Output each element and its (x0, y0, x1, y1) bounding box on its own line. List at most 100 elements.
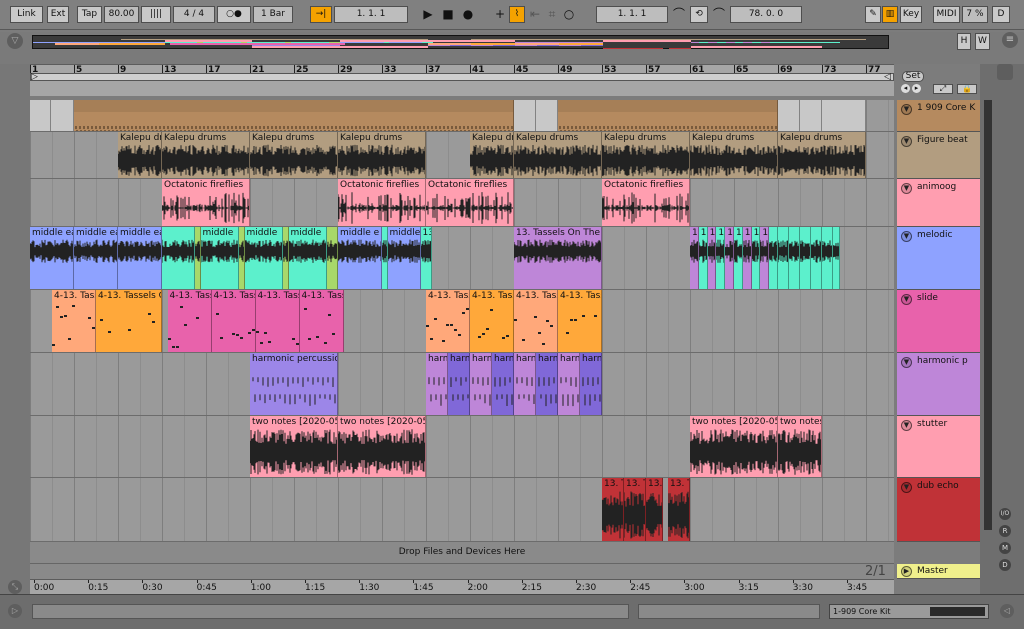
clip[interactable]: harm (470, 353, 492, 415)
loop-length-field[interactable]: 78. 0. 0 (730, 6, 802, 23)
clip[interactable] (833, 227, 840, 289)
clip[interactable] (74, 100, 514, 131)
fold-icon[interactable]: ▼ (901, 231, 912, 242)
track-lane[interactable]: 4-13. Tass 4-13. Tassels O 4-13. Tass 4-13.… (30, 290, 894, 353)
clip[interactable]: 13. Tassels On The D (514, 227, 602, 289)
detail-view-selector[interactable]: 1-909 Core Kit (829, 604, 989, 619)
fold-icon[interactable]: ▼ (901, 357, 912, 368)
clip[interactable]: Kalepu drums (162, 132, 250, 178)
loop-start-field[interactable]: 1. 1. 1 (596, 6, 668, 23)
clip[interactable]: Kalepu drums (690, 132, 778, 178)
clip[interactable]: middle ea (30, 227, 74, 289)
master-track-header[interactable]: ▶ Master (897, 564, 980, 579)
clip[interactable]: 1 (734, 227, 743, 289)
clip[interactable]: 4-13. Tassels O (96, 290, 162, 352)
fold-icon[interactable]: ▼ (901, 136, 912, 147)
clip[interactable] (811, 227, 822, 289)
computer-keyboard-icon[interactable]: ▥ (882, 6, 898, 23)
punch-out-icon[interactable]: ⌒ (710, 6, 728, 23)
clip[interactable]: Octatonic fireflies (162, 179, 250, 226)
loop-end-marker-icon[interactable]: ◁ (884, 72, 891, 82)
track-header[interactable]: ▼ animoog (897, 179, 980, 227)
track-header[interactable]: ▼ stutter (897, 416, 980, 478)
clip[interactable] (778, 100, 800, 131)
clip[interactable]: Kalepu drums (602, 132, 690, 178)
track-header[interactable]: ▼ dub echo (897, 478, 980, 542)
show-info-icon[interactable]: ▷ (8, 604, 22, 618)
draw-mode-icon[interactable]: ✎ (865, 6, 881, 23)
clip[interactable]: 1 (751, 227, 761, 289)
clip[interactable]: Kalepu dr (470, 132, 514, 178)
quantize-menu[interactable]: 1 Bar (253, 6, 293, 23)
scroll-up-icon[interactable] (997, 64, 1013, 80)
tempo-field[interactable]: 80.00 (104, 6, 139, 23)
track-lane[interactable]: Octatonic fireflies Octatonic fireflies Oc… (30, 179, 894, 227)
back-to-arrangement-icon[interactable]: ⇤ (527, 6, 543, 23)
fold-icon[interactable]: ▶ (901, 566, 912, 577)
clip[interactable] (30, 100, 51, 131)
overview-width-button[interactable]: W (975, 33, 990, 50)
clip[interactable]: 1 (760, 227, 770, 289)
clip[interactable]: two notes [2020-05- (338, 416, 426, 477)
clip[interactable]: harm (558, 353, 580, 415)
clip[interactable] (778, 227, 789, 289)
clip[interactable]: middle ea (74, 227, 118, 289)
clip[interactable]: 1 (707, 227, 717, 289)
expand-icon[interactable]: ⤢ (933, 84, 953, 94)
fold-icon[interactable]: ▼ (901, 482, 912, 493)
clip[interactable]: 1 (742, 227, 752, 289)
prev-locator-icon[interactable]: ◂ (901, 84, 910, 93)
track-header[interactable]: ▼ Figure beat (897, 132, 980, 179)
clip[interactable]: Kalepu drums (250, 132, 338, 178)
track-header[interactable]: ▼ 1 909 Core K (897, 100, 980, 132)
clip[interactable]: two notes [2020-05- (778, 416, 822, 477)
link-button[interactable]: Link (10, 6, 43, 23)
fold-icon[interactable]: ▼ (901, 294, 912, 305)
session-record-icon[interactable]: ○ (561, 6, 577, 23)
track-lane[interactable]: harmonic percussioharmharmharmharmharmha… (30, 353, 894, 416)
drop-area[interactable]: Drop Files and Devices Here (30, 542, 894, 564)
fold-icon[interactable]: ▼ (901, 420, 912, 431)
lock-icon[interactable]: 🔒 (957, 84, 977, 94)
overview-bar[interactable] (32, 35, 889, 49)
clip[interactable] (800, 100, 822, 131)
clip[interactable] (162, 227, 195, 289)
io-toggle-icon[interactable]: I/O (999, 508, 1011, 520)
clip[interactable]: 13. (420, 227, 432, 289)
clip[interactable]: harm (426, 353, 448, 415)
ext-sync-button[interactable]: Ext (47, 6, 69, 23)
hide-detail-icon[interactable]: ◁ (1000, 604, 1014, 618)
track-lane[interactable]: 13. T13. Ta13. T13. T (30, 478, 894, 542)
track-lane[interactable]: middle ea middle ea middle ea middle middle m… (30, 227, 894, 290)
clip[interactable]: 1 (725, 227, 734, 289)
clip[interactable]: 13. Ta (624, 478, 646, 541)
clip[interactable] (822, 100, 866, 131)
clip[interactable]: middle (200, 227, 239, 289)
clip[interactable] (800, 227, 811, 289)
clip[interactable]: Kalepu drums (118, 132, 162, 178)
clip[interactable]: harmonic percussio (250, 353, 338, 415)
clip[interactable]: 4-13. Tass (255, 290, 300, 352)
follow-icon[interactable]: →| (310, 6, 332, 23)
clip[interactable]: Octatonic fireflies (426, 179, 514, 226)
key-map-button[interactable]: Key (900, 6, 922, 23)
punch-in-icon[interactable]: ⌒ (670, 6, 688, 23)
menu-icon[interactable]: ≡ (1002, 32, 1018, 48)
clip[interactable] (558, 100, 778, 131)
clip[interactable]: Octatonic fireflies (602, 179, 690, 226)
clip[interactable]: 13. T (602, 478, 624, 541)
next-locator-icon[interactable]: ▸ (912, 84, 921, 93)
clip[interactable]: two notes [2020-05- (250, 416, 338, 477)
delay-toggle-icon[interactable]: D (999, 559, 1011, 571)
clip[interactable]: 13. T (668, 478, 690, 541)
capture-icon[interactable]: ⌗ (544, 6, 560, 23)
track-header[interactable]: ▼ harmonic p (897, 353, 980, 416)
fold-icon[interactable]: ▼ (901, 183, 912, 194)
clip[interactable]: harm (580, 353, 602, 415)
clip[interactable]: 13. T (646, 478, 663, 541)
returns-toggle-icon[interactable]: R (999, 525, 1011, 537)
automation-arm-icon[interactable]: ⌇ (509, 6, 525, 23)
track-lane[interactable]: two notes [2020-05- two notes [2020-05- tw… (30, 416, 894, 478)
loop-brace[interactable] (30, 73, 894, 81)
track-header[interactable]: ▼ slide (897, 290, 980, 353)
